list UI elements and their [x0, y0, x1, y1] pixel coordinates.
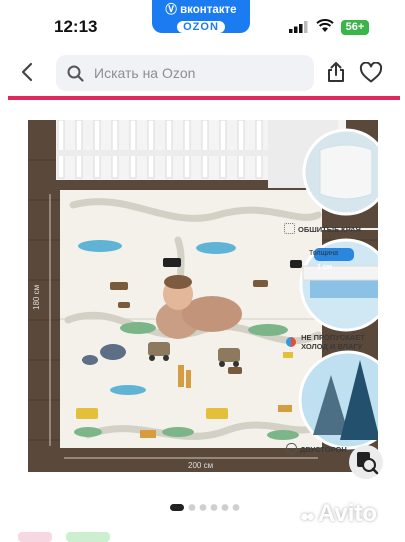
ozon-label: OZON [177, 21, 225, 33]
bottom-chip[interactable] [66, 532, 110, 542]
wifi-icon [316, 19, 334, 32]
top-search-bar: Искать на Ozon [0, 52, 405, 94]
dimension-width: 200 см [188, 461, 214, 470]
feature-double-sided: ДВУСТОРОН [286, 443, 347, 454]
feature-edges: ОБШИТЫЕ КРАЯ [284, 223, 361, 234]
pagination-dot-active [170, 504, 184, 511]
dimension-height: 180 см [32, 284, 41, 310]
avito-logo-icon: ●● [300, 508, 315, 525]
zoom-search-icon [357, 452, 379, 475]
pagination-dot [188, 504, 196, 511]
pagination-dot [210, 504, 218, 511]
pagination-dot [221, 504, 229, 511]
bottom-chip[interactable] [18, 532, 52, 542]
pagination-dot [199, 504, 207, 511]
battery-indicator: 56+ [341, 20, 369, 35]
insulation-line2: ХОЛОД И ВЛАГУ [301, 342, 363, 351]
play-mat-illustration [28, 120, 378, 472]
favorite-heart-icon[interactable] [359, 62, 383, 83]
insulation-icon [286, 337, 296, 347]
thickness-title: Толщина [309, 250, 338, 257]
share-icon[interactable] [326, 61, 346, 83]
stitched-edges-icon [284, 223, 295, 234]
thickness-value: 1 см [317, 264, 332, 271]
vk-logo-icon: Ⓥ [165, 4, 181, 16]
insulation-line1: НЕ ПРОПУСКАЕТ [301, 333, 365, 342]
search-icon [67, 65, 84, 82]
feature-insulation: НЕ ПРОПУСКАЕТ ХОЛОД И ВЛАГУ [286, 333, 365, 351]
accent-divider [8, 96, 400, 100]
product-image[interactable]: ОБШИТЫЕ КРАЯ Толщина 1 см НЕ ПРОПУСКАЕТ … [28, 120, 378, 472]
search-placeholder: Искать на Ozon [94, 65, 196, 81]
status-time: 12:13 [54, 17, 98, 36]
back-arrow-icon[interactable] [20, 62, 34, 82]
double-sided-icon [286, 443, 297, 454]
gallery-pagination[interactable] [170, 503, 246, 513]
pagination-dot [232, 504, 240, 511]
status-bar: 12:13 Ⓥ вконтакте OZON 56+ [0, 0, 405, 50]
search-field[interactable]: Искать на Ozon [56, 55, 314, 91]
zoom-button[interactable] [349, 445, 383, 479]
cellular-signal-icon [289, 21, 308, 33]
vk-label: Ⓥ вконтакте [165, 4, 237, 16]
avito-watermark: ●● Avito [300, 500, 378, 527]
vk-ozon-banner[interactable]: Ⓥ вконтакте OZON [152, 0, 250, 33]
